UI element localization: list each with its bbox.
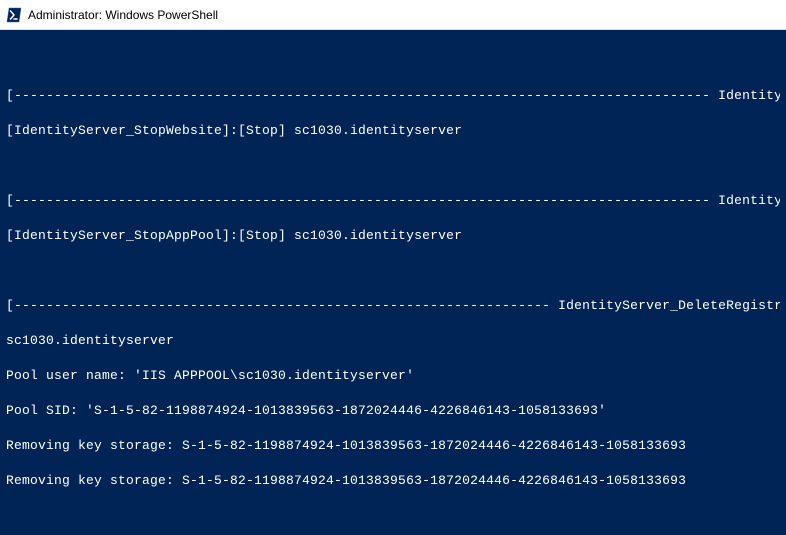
output-line: sc1030.identityserver xyxy=(6,332,780,350)
output-line: [---------------------------------------… xyxy=(6,297,780,315)
output-line xyxy=(6,52,780,70)
terminal-output[interactable]: [---------------------------------------… xyxy=(0,30,786,535)
title-bar: Administrator: Windows PowerShell xyxy=(0,0,786,30)
output-line: [---------------------------------------… xyxy=(6,192,780,210)
output-line xyxy=(6,262,780,280)
window-title: Administrator: Windows PowerShell xyxy=(28,8,218,22)
output-line xyxy=(6,507,780,525)
output-line: [IdentityServer_StopAppPool]:[Stop] sc10… xyxy=(6,227,780,245)
output-line: [IdentityServer_StopWebsite]:[Stop] sc10… xyxy=(6,122,780,140)
output-line: Pool user name: 'IIS APPPOOL\sc1030.iden… xyxy=(6,367,780,385)
powershell-icon xyxy=(6,7,22,23)
output-line: Removing key storage: S-1-5-82-119887492… xyxy=(6,472,780,490)
output-line: Pool SID: 'S-1-5-82-1198874924-101383956… xyxy=(6,402,780,420)
output-line xyxy=(6,157,780,175)
output-line: Removing key storage: S-1-5-82-119887492… xyxy=(6,437,780,455)
output-line: [---------------------------------------… xyxy=(6,87,780,105)
